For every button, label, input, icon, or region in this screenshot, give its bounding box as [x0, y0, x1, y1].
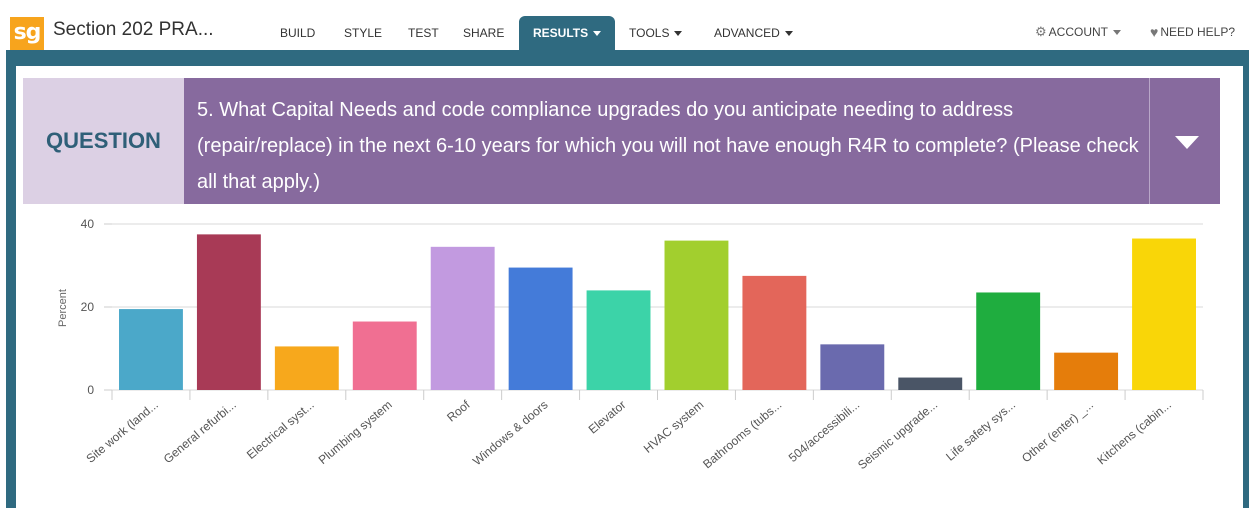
bar[interactable]	[898, 377, 963, 390]
x-tick-label: Other (enter) _...	[1019, 398, 1096, 466]
y-tick-label: 40	[81, 217, 95, 231]
x-tick-label: Bathrooms (tubs...	[700, 398, 784, 472]
bar[interactable]	[1132, 238, 1196, 390]
bar[interactable]	[742, 275, 807, 390]
x-tick-label: Electrical syst...	[244, 398, 317, 462]
x-tick-label: General refurbi...	[161, 398, 239, 467]
x-tick-label: Life safety sys...	[943, 398, 1018, 464]
bar-chart: Percent 0 20 40 Site work (land... General r…	[57, 217, 1204, 473]
bar[interactable]	[352, 321, 417, 390]
bar[interactable]	[430, 246, 495, 390]
x-tick-label: Windows & doors	[470, 398, 551, 469]
y-tick-label: 0	[87, 383, 94, 397]
x-tick-label: Roof	[444, 397, 473, 424]
bar[interactable]	[820, 344, 885, 390]
bar[interactable]	[274, 346, 339, 390]
bar[interactable]	[508, 267, 573, 390]
x-tick-label: Seismic upgrade...	[855, 398, 940, 473]
x-tick-label: Site work (land...	[83, 398, 160, 466]
x-tick-label: Elevator	[586, 398, 629, 437]
bar[interactable]	[586, 290, 651, 390]
bar[interactable]	[976, 292, 1041, 390]
y-tick-label: 20	[81, 300, 95, 314]
bar[interactable]	[1054, 352, 1119, 390]
y-axis-label: Percent	[57, 289, 69, 327]
x-tick-label: Kitchens (cabin...	[1094, 398, 1174, 468]
x-tick-label: HVAC system	[641, 398, 707, 456]
bar[interactable]	[119, 309, 183, 390]
x-tick-label: 504/accessibili...	[786, 398, 862, 465]
bar[interactable]	[664, 240, 729, 390]
x-tick-label: Plumbing system	[316, 398, 395, 467]
bar[interactable]	[196, 234, 261, 390]
